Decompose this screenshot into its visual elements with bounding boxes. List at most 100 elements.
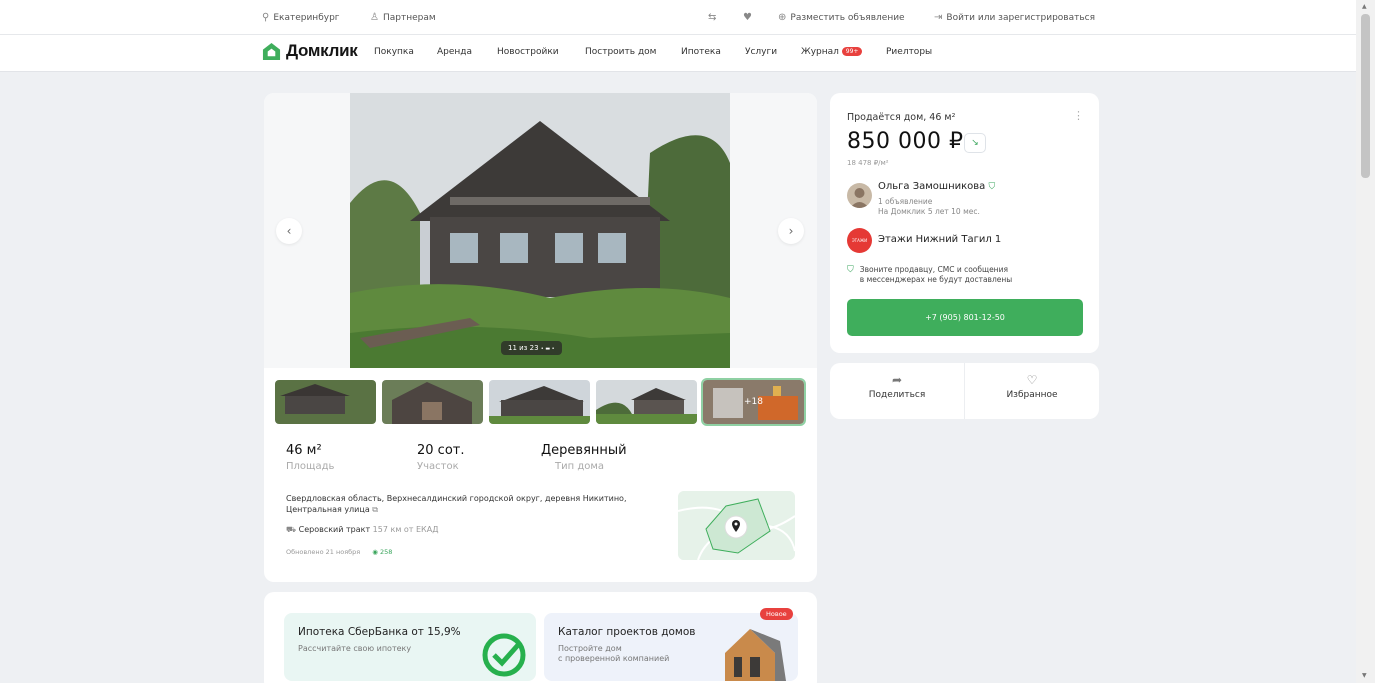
scroll-thumb[interactable] <box>1361 14 1370 178</box>
nav-item-purchase[interactable]: Покупка <box>374 47 414 57</box>
mini-map[interactable] <box>678 491 795 560</box>
param-house-type-value: Деревянный <box>541 443 627 458</box>
more-options-icon[interactable]: ⋮ <box>1073 109 1084 122</box>
highway-name: Серовский тракт <box>298 525 371 534</box>
highway-info: ⛟ Серовский тракт 157 км от ЕКАД <box>286 525 438 535</box>
house-catalog-title: Каталог проектов домов <box>558 626 696 638</box>
favorite-button[interactable]: ♡ Избранное <box>965 373 1099 400</box>
gallery-thumbnail[interactable] <box>489 380 590 424</box>
listing-card: ‹ › 11 из 23 • ▬ • +18 46 м² Площадь 20 … <box>264 93 817 582</box>
location-pin-icon: ⚲ <box>262 12 270 23</box>
nav-item-journal[interactable]: Журнал 99+ <box>801 47 863 57</box>
gallery-thumbnail[interactable] <box>596 380 697 424</box>
views-count: 258 <box>379 548 393 556</box>
show-phone-button[interactable]: +7 (905) 801-12-50 <box>847 299 1083 336</box>
nav-item-rent[interactable]: Аренда <box>437 47 472 57</box>
param-area: 46 м² Площадь <box>286 443 334 472</box>
partners-link[interactable]: ♙ Партнерам <box>370 12 436 23</box>
nav-item-realtors[interactable]: Риелторы <box>886 47 932 57</box>
favorites-heart-icon[interactable]: ♥ <box>743 12 752 23</box>
photo-counter-text: 11 из 23 <box>508 344 539 352</box>
share-label: Поделиться <box>868 390 926 400</box>
address: Свердловская область, Верхнесалдинский г… <box>286 493 666 515</box>
trend-icon: ↘ <box>971 138 979 148</box>
seller-meta: 1 объявление На Домклик 5 лет 10 мес. <box>878 197 980 217</box>
agency-name[interactable]: Этажи Нижний Тагил 1 <box>878 234 1001 245</box>
photo-gallery: ‹ › 11 из 23 • ▬ • <box>264 93 817 368</box>
promo-card: Ипотека СберБанка от 15,9% Рассчитайте с… <box>264 592 817 683</box>
journal-badge: 99+ <box>841 47 863 56</box>
address-text: Свердловская область, Верхнесалдинский г… <box>286 494 627 514</box>
gallery-next-button[interactable]: › <box>778 218 804 244</box>
param-area-label: Площадь <box>286 461 335 472</box>
param-house-type-label: Тип дома <box>555 461 605 472</box>
param-plot-label: Участок <box>417 461 459 472</box>
actions-card: ➦ Поделиться ♡ Избранное <box>830 363 1099 419</box>
login-label: Войти или зарегистрироваться <box>946 12 1096 23</box>
eye-icon: ◉ <box>372 548 378 556</box>
price-per-meter: 18 478 ₽/м² <box>847 159 889 167</box>
updated-date: Обновлено 21 ноября <box>286 548 361 556</box>
nav-item-services[interactable]: Услуги <box>745 47 777 57</box>
journal-label: Журнал <box>801 47 839 57</box>
gallery-thumbnail-more[interactable]: +18 <box>701 378 806 426</box>
house-catalog-promo[interactable]: Каталог проектов домов Постройте дом с п… <box>544 613 798 681</box>
favorite-label: Избранное <box>1006 390 1058 400</box>
share-arrow-icon: ➦ <box>891 373 903 387</box>
sale-title: Продаётся дом, 46 м² <box>847 112 956 123</box>
copy-icon[interactable]: ⧉ <box>372 505 378 514</box>
agency-logo[interactable]: ЭТАЖИ <box>847 228 872 253</box>
main-nav <box>0 35 1356 72</box>
top-bar <box>0 0 1356 35</box>
sber-logo-icon <box>482 633 526 677</box>
seller-ads-count: 1 объявление <box>878 197 933 206</box>
post-ad-link[interactable]: ⊕ Разместить объявление <box>778 12 905 23</box>
seller-since: На Домклик 5 лет 10 мес. <box>878 207 980 216</box>
gallery-thumbnail[interactable] <box>382 380 483 424</box>
person-icon: ♙ <box>370 12 379 23</box>
city-selector[interactable]: ⚲ Екатеринбург <box>262 12 340 23</box>
seller-name-text: Ольга Замошникова <box>878 181 986 192</box>
main-photo[interactable] <box>350 93 730 368</box>
nav-item-mortgage[interactable]: Ипотека <box>681 47 721 57</box>
update-info: Обновлено 21 ноября ◉ 258 <box>286 548 392 556</box>
mortgage-promo[interactable]: Ипотека СберБанка от 15,9% Рассчитайте с… <box>284 613 536 681</box>
page-scrollbar[interactable]: ▲ ▼ <box>1356 0 1375 683</box>
house-catalog-subtitle-line1: Постройте дом <box>558 644 622 653</box>
highway-distance: 157 км от ЕКАД <box>372 525 439 534</box>
login-link[interactable]: ⇥ Войти или зарегистрироваться <box>934 12 1095 23</box>
gallery-prev-button[interactable]: ‹ <box>276 218 302 244</box>
mortgage-promo-title: Ипотека СберБанка от 15,9% <box>298 626 461 638</box>
house-catalog-subtitle: Постройте дом с проверенной компанией <box>558 644 669 664</box>
nav-item-new-buildings[interactable]: Новостройки <box>497 47 559 57</box>
share-button[interactable]: ➦ Поделиться <box>830 373 964 400</box>
logo-house-icon <box>262 42 281 60</box>
contact-notice: ⛉ Звоните продавцу, СМС и сообщения в ме… <box>847 265 1012 285</box>
compare-icon[interactable]: ⇆ <box>708 12 716 23</box>
verified-shield-icon: ⛉ <box>988 182 996 192</box>
photo-counter: 11 из 23 • ▬ • <box>501 341 562 355</box>
seller-avatar[interactable] <box>847 183 872 208</box>
scroll-down-arrow-icon[interactable]: ▼ <box>1362 672 1367 679</box>
notice-line2: в мессенджерах не будут доставлены <box>859 275 1013 284</box>
more-photos-label: +18 <box>744 397 763 407</box>
house-catalog-subtitle-line2: с проверенной компанией <box>558 654 670 663</box>
domclick-logo[interactable]: Домклик <box>262 41 358 61</box>
nav-item-build-house[interactable]: Построить дом <box>585 47 656 57</box>
login-icon: ⇥ <box>934 12 943 23</box>
partners-label: Партнерам <box>382 12 436 23</box>
heart-outline-icon: ♡ <box>1026 373 1038 387</box>
price-history-button[interactable]: ↘ <box>964 133 986 153</box>
price: 850 000 ₽ <box>847 129 964 154</box>
gallery-thumbnail[interactable] <box>275 380 376 424</box>
notice-line1: Звоните продавцу, СМС и сообщения <box>859 265 1008 274</box>
post-ad-label: Разместить объявление <box>790 12 905 23</box>
logo-text: Домклик <box>286 41 358 60</box>
scroll-up-arrow-icon[interactable]: ▲ <box>1362 3 1367 10</box>
city-label: Екатеринбург <box>273 12 340 23</box>
house-illustration-icon <box>725 629 786 681</box>
price-card: Продаётся дом, 46 м² ⋮ 850 000 ₽ ↘ 18 47… <box>830 93 1099 353</box>
plus-circle-icon: ⊕ <box>778 12 787 23</box>
param-plot: 20 сот. Участок <box>417 443 464 472</box>
seller-name[interactable]: Ольга Замошникова ⛉ <box>878 181 995 192</box>
